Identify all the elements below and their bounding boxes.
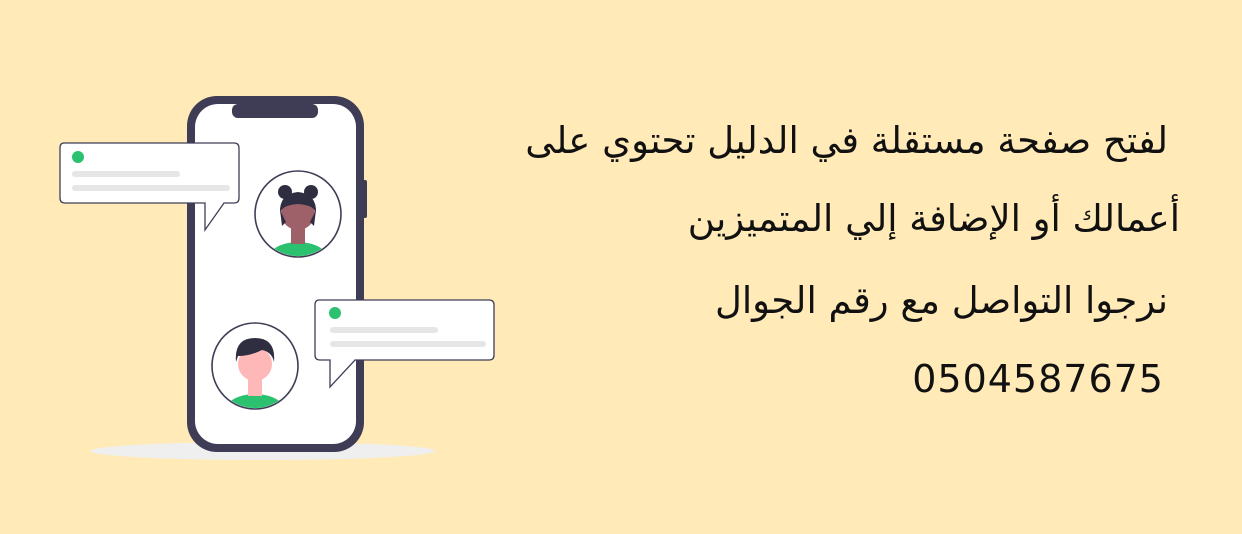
chat-bubble-bottom	[314, 299, 495, 389]
announcement-line-2: أعمالك أو الإضافة إلي المتميزين	[687, 197, 1180, 240]
phone-chat-illustration	[59, 96, 495, 460]
announcement-line-3: نرجوا التواصل مع رقم الجوال	[715, 279, 1168, 322]
message-placeholder-line	[72, 171, 180, 177]
message-placeholder-line	[72, 185, 230, 191]
phone-notch	[232, 104, 318, 118]
online-dot-icon	[329, 307, 341, 319]
message-placeholder-line	[330, 327, 438, 333]
message-placeholder-line	[330, 341, 486, 347]
phone-number[interactable]: 0504587675	[912, 360, 1164, 398]
chat-bubble-top	[59, 142, 240, 233]
announcement-line-1: لفتح صفحة مستقلة في الدليل تحتوي على	[525, 119, 1168, 162]
phone-side-button	[362, 180, 367, 218]
online-dot-icon	[72, 151, 84, 163]
